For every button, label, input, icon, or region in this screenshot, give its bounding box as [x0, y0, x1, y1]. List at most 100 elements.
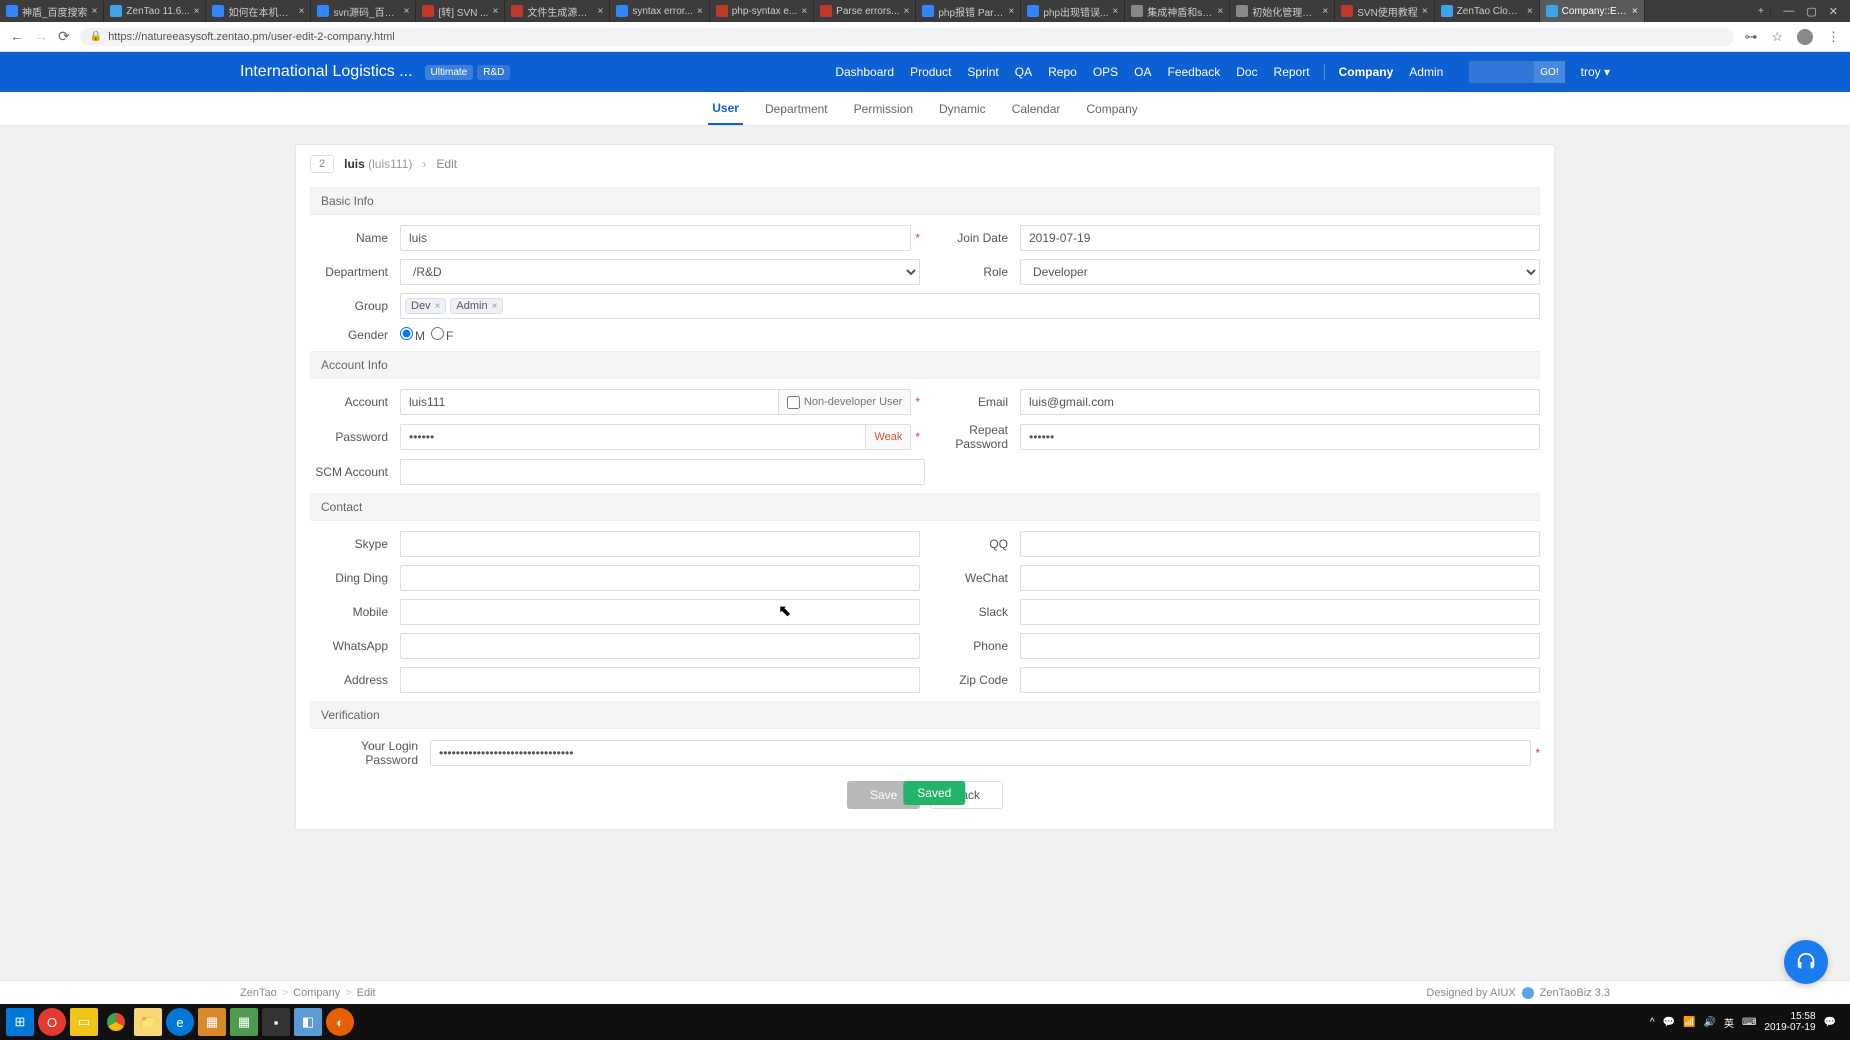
- password-field[interactable]: [400, 424, 866, 450]
- system-clock[interactable]: 15:58 2019-07-19: [1764, 1011, 1815, 1033]
- explorer-icon[interactable]: ▭: [70, 1008, 98, 1036]
- subnav-item-dynamic[interactable]: Dynamic: [935, 94, 990, 124]
- close-icon[interactable]: ×: [92, 6, 98, 17]
- record-name[interactable]: luis (luis111): [344, 157, 412, 171]
- subnav-item-user[interactable]: User: [708, 93, 743, 125]
- gender-f-radio[interactable]: F: [431, 327, 453, 343]
- browser-tab[interactable]: php出现错误...×: [1021, 0, 1125, 22]
- app-icon-2[interactable]: ▦: [230, 1008, 258, 1036]
- group-tag[interactable]: Admin×: [450, 298, 503, 314]
- tray-chevron-icon[interactable]: ^: [1650, 1017, 1655, 1028]
- gender-m-radio[interactable]: M: [400, 327, 425, 343]
- scm-field[interactable]: [400, 459, 925, 485]
- go-button[interactable]: GO!: [1534, 61, 1564, 83]
- group-tags[interactable]: Dev×Admin×: [400, 293, 1540, 319]
- browser-tab[interactable]: php报错 Pars...×: [916, 0, 1021, 22]
- browser-tab[interactable]: 集成神盾和sv...×: [1125, 0, 1230, 22]
- close-icon[interactable]: ×: [1217, 6, 1223, 17]
- join-date-field[interactable]: [1020, 225, 1540, 251]
- close-icon[interactable]: ×: [597, 6, 603, 17]
- footer-crumb[interactable]: ZenTao: [240, 987, 277, 999]
- name-field[interactable]: [400, 225, 911, 251]
- app-icon-1[interactable]: ▦: [198, 1008, 226, 1036]
- whatsapp-field[interactable]: [400, 633, 920, 659]
- chrome-icon[interactable]: [102, 1008, 130, 1036]
- firefox-icon[interactable]: ◐: [326, 1008, 354, 1036]
- folder-icon[interactable]: 📁: [134, 1008, 162, 1036]
- slack-field[interactable]: [1020, 599, 1540, 625]
- nav-item-admin[interactable]: Admin: [1403, 55, 1449, 89]
- close-icon[interactable]: ×: [1422, 6, 1428, 17]
- nav-item-qa[interactable]: QA: [1009, 55, 1038, 89]
- tray-notifications-icon[interactable]: 💬: [1824, 1017, 1836, 1028]
- login-password-field[interactable]: [430, 740, 1531, 766]
- address-bar[interactable]: 🔒 https://natureeasysoft.zentao.pm/user-…: [80, 28, 1735, 46]
- subnav-item-permission[interactable]: Permission: [850, 94, 917, 124]
- close-icon[interactable]: ×: [1527, 6, 1533, 17]
- repeat-password-field[interactable]: [1020, 424, 1540, 450]
- windows-start-icon[interactable]: ⊞: [6, 1008, 34, 1036]
- browser-tab[interactable]: ZenTao Cloud ...×: [1435, 0, 1540, 22]
- browser-tab[interactable]: Parse errors...×: [814, 0, 916, 22]
- tray-input-icon[interactable]: ⌨: [1742, 1017, 1756, 1028]
- back-icon[interactable]: ←: [10, 28, 24, 45]
- project-name[interactable]: International Logistics ...: [240, 63, 413, 81]
- nav-item-report[interactable]: Report: [1268, 55, 1316, 89]
- footer-crumb[interactable]: Edit: [357, 987, 376, 999]
- nav-item-feedback[interactable]: Feedback: [1162, 55, 1227, 89]
- phone-field[interactable]: [1020, 633, 1540, 659]
- mobile-field[interactable]: [400, 599, 920, 625]
- department-select[interactable]: /R&D: [400, 259, 920, 285]
- close-icon[interactable]: ×: [194, 6, 200, 17]
- group-tag[interactable]: Dev×: [405, 298, 446, 314]
- close-icon[interactable]: ×: [492, 6, 498, 17]
- version-text[interactable]: ZenTaoBiz 3.3: [1540, 987, 1610, 999]
- browser-tab[interactable]: ZenTao 11.6...×: [104, 0, 206, 22]
- opera-icon[interactable]: O: [38, 1008, 66, 1036]
- reload-icon[interactable]: ⟳: [58, 28, 70, 45]
- close-icon[interactable]: ×: [1322, 6, 1328, 17]
- terminal-icon[interactable]: ▪: [262, 1008, 290, 1036]
- close-icon[interactable]: ×: [697, 6, 703, 17]
- key-icon[interactable]: ⊶: [1744, 29, 1757, 45]
- subnav-item-company[interactable]: Company: [1082, 94, 1141, 124]
- nav-item-dashboard[interactable]: Dashboard: [829, 55, 900, 89]
- browser-tab[interactable]: php-syntax e...×: [710, 0, 814, 22]
- qq-field[interactable]: [1020, 531, 1540, 557]
- close-icon[interactable]: ×: [1112, 6, 1118, 17]
- address-field[interactable]: [400, 667, 920, 693]
- window-close-icon[interactable]: ✕: [1829, 5, 1838, 18]
- nondev-checkbox[interactable]: Non-developer User: [779, 389, 911, 415]
- zip-field[interactable]: [1020, 667, 1540, 693]
- nav-item-company[interactable]: Company: [1333, 55, 1400, 89]
- nav-item-repo[interactable]: Repo: [1042, 55, 1083, 89]
- chat-bubble-button[interactable]: [1784, 940, 1828, 984]
- tray-network-icon[interactable]: 📶: [1683, 1017, 1695, 1028]
- browser-tab[interactable]: syntax error...×: [610, 0, 709, 22]
- close-icon[interactable]: ×: [404, 6, 410, 17]
- browser-tab[interactable]: 如何在本机测...×: [206, 0, 311, 22]
- browser-tab[interactable]: 神盾_百度搜索×: [0, 0, 104, 22]
- subnav-item-department[interactable]: Department: [761, 94, 832, 124]
- close-icon[interactable]: ×: [904, 6, 910, 17]
- dingding-field[interactable]: [400, 565, 920, 591]
- browser-tab[interactable]: 文件生成源代...×: [505, 0, 610, 22]
- browser-tab[interactable]: 初始化管理密...×: [1230, 0, 1335, 22]
- footer-crumb[interactable]: Company: [293, 987, 340, 999]
- user-menu[interactable]: troy ▾: [1581, 65, 1610, 79]
- nav-item-product[interactable]: Product: [904, 55, 957, 89]
- new-tab-button[interactable]: +: [1751, 6, 1771, 17]
- nav-item-oa[interactable]: OA: [1128, 55, 1157, 89]
- app-icon-3[interactable]: ◧: [294, 1008, 322, 1036]
- edge-icon[interactable]: e: [166, 1008, 194, 1036]
- role-select[interactable]: Developer: [1020, 259, 1540, 285]
- tray-wechat-icon[interactable]: 💬: [1663, 1017, 1675, 1028]
- browser-tab[interactable]: svn源码_百度...×: [311, 0, 416, 22]
- close-icon[interactable]: ×: [299, 6, 305, 17]
- window-minimize-icon[interactable]: —: [1783, 5, 1794, 18]
- wechat-field[interactable]: [1020, 565, 1540, 591]
- remove-tag-icon[interactable]: ×: [492, 301, 498, 312]
- skype-field[interactable]: [400, 531, 920, 557]
- nav-item-doc[interactable]: Doc: [1230, 55, 1263, 89]
- window-maximize-icon[interactable]: ▢: [1806, 5, 1816, 18]
